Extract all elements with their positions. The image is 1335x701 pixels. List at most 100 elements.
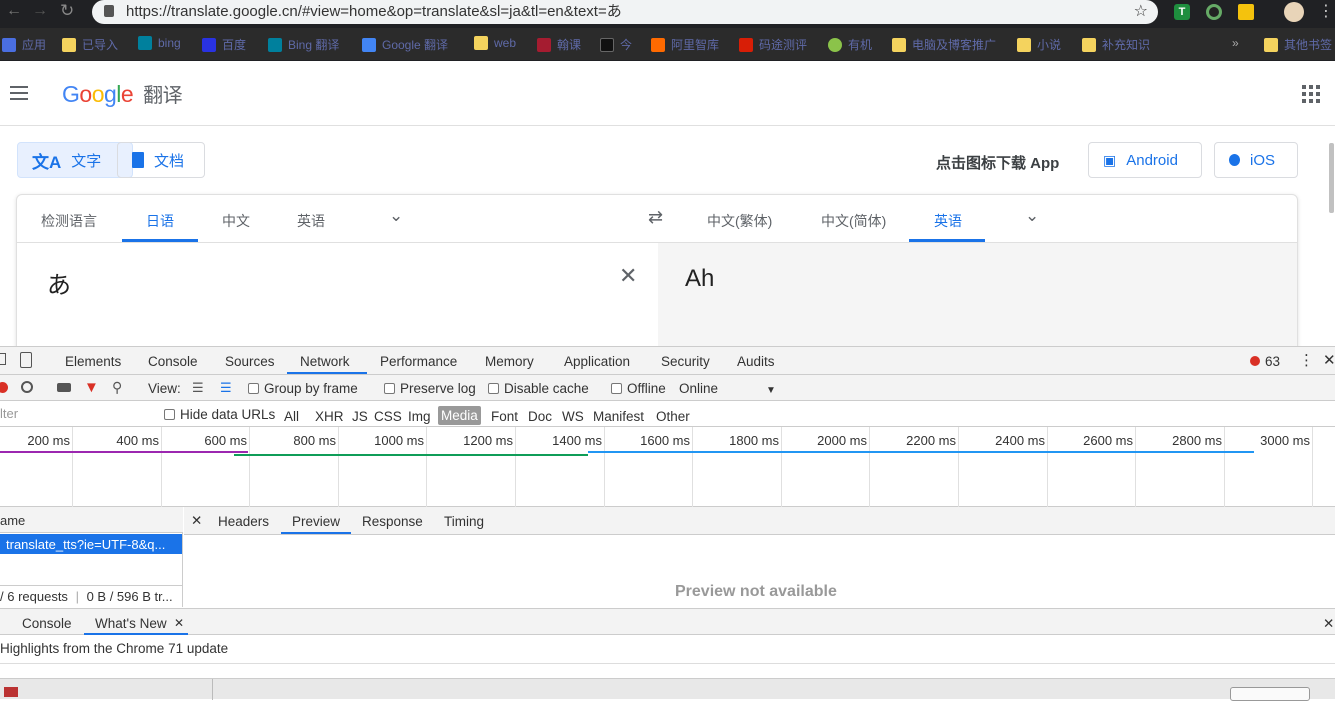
bookmark-item[interactable]: 其他书签 bbox=[1264, 36, 1332, 53]
forward-icon[interactable]: → bbox=[32, 2, 48, 20]
devtools-tab-security[interactable]: Security bbox=[661, 354, 710, 369]
hide-data-urls-checkbox[interactable]: Hide data URLs bbox=[164, 407, 275, 422]
bookmark-item[interactable]: 百度 bbox=[202, 36, 246, 53]
source-lang-detect[interactable]: 检测语言 bbox=[41, 211, 97, 231]
throttling-select[interactable]: Online ▼ bbox=[679, 381, 776, 396]
avatar[interactable] bbox=[1284, 2, 1304, 22]
back-icon[interactable]: ← bbox=[6, 2, 22, 20]
bookmark-item[interactable]: 今 bbox=[600, 36, 632, 53]
chevron-down-icon[interactable]: ⌄ bbox=[389, 206, 403, 226]
filter-js[interactable]: JS bbox=[352, 409, 368, 424]
devtools-tab-memory[interactable]: Memory bbox=[485, 354, 534, 369]
mode-document-button[interactable]: 文档 bbox=[117, 142, 205, 178]
bookmark-item[interactable]: 有机 bbox=[828, 36, 872, 53]
search-icon[interactable]: ⚲ bbox=[112, 379, 122, 396]
devtools-tab-application[interactable]: Application bbox=[564, 354, 630, 369]
clear-source-icon[interactable]: ✕ bbox=[619, 263, 637, 289]
detail-tab-preview[interactable]: Preview bbox=[292, 514, 340, 529]
filter-manifest[interactable]: Manifest bbox=[593, 409, 644, 424]
bookmark-item[interactable]: 已导入 bbox=[62, 36, 118, 53]
swap-languages-icon[interactable]: ⇄ bbox=[648, 207, 663, 228]
app-icon[interactable] bbox=[4, 687, 18, 697]
source-lang-chinese[interactable]: 中文 bbox=[222, 211, 250, 231]
close-devtools-icon[interactable]: ✕ bbox=[1323, 351, 1335, 369]
filter-css[interactable]: CSS bbox=[374, 409, 402, 424]
bookmark-item[interactable]: 阿里智库 bbox=[651, 36, 719, 53]
preserve-log-checkbox[interactable]: Preserve log bbox=[384, 381, 476, 396]
screenshot-icon[interactable] bbox=[57, 383, 71, 392]
inspect-icon[interactable] bbox=[0, 353, 6, 365]
bookmark-item[interactable]: 小说 bbox=[1017, 36, 1061, 53]
source-lang-japanese[interactable]: 日语 bbox=[146, 211, 174, 231]
extension-icon[interactable] bbox=[1206, 4, 1222, 20]
group-by-frame-checkbox[interactable]: Group by frame bbox=[248, 381, 358, 396]
bookmarks-more-icon[interactable]: » bbox=[1232, 36, 1239, 50]
bookmark-item[interactable]: Bing 翻译 bbox=[268, 36, 339, 53]
request-row[interactable]: translate_tts?ie=UTF-8&q... bbox=[0, 534, 182, 554]
error-count[interactable]: 63 bbox=[1265, 354, 1280, 369]
devtools-tab-sources[interactable]: Sources bbox=[225, 354, 275, 369]
star-icon[interactable]: ☆ bbox=[1134, 0, 1148, 24]
filter-font[interactable]: Font bbox=[491, 409, 518, 424]
drawer-tab-whats-new[interactable]: What's New bbox=[95, 616, 167, 631]
detail-tab-timing[interactable]: Timing bbox=[444, 514, 484, 529]
record-icon[interactable] bbox=[0, 382, 8, 393]
apps-grid-icon[interactable] bbox=[1302, 85, 1320, 103]
bookmark-item[interactable]: 应用 bbox=[2, 36, 46, 53]
page-icon bbox=[739, 37, 753, 52]
close-drawer-icon[interactable]: ✕ bbox=[1323, 616, 1334, 632]
bookmark-item[interactable]: 补充知识 bbox=[1082, 36, 1150, 53]
disable-cache-checkbox[interactable]: Disable cache bbox=[488, 381, 589, 396]
filter-all[interactable]: All bbox=[284, 409, 299, 424]
device-toggle-icon[interactable] bbox=[20, 352, 32, 368]
name-column-header[interactable]: ame bbox=[0, 507, 183, 533]
bookmark-item[interactable]: 翰课 bbox=[537, 36, 581, 53]
filter-ws[interactable]: WS bbox=[562, 409, 584, 424]
devtools-tab-audits[interactable]: Audits bbox=[737, 354, 775, 369]
filter-other[interactable]: Other bbox=[656, 409, 690, 424]
bookmark-item[interactable]: Google 翻译 bbox=[362, 36, 448, 53]
waterfall-view-icon[interactable]: ☰ bbox=[220, 380, 232, 396]
offline-checkbox[interactable]: Offline bbox=[611, 381, 666, 396]
reload-icon[interactable]: ↻ bbox=[60, 1, 74, 21]
target-lang-english[interactable]: 英语 bbox=[934, 211, 962, 231]
devtools-tab-network[interactable]: Network bbox=[300, 354, 350, 369]
detail-tab-response[interactable]: Response bbox=[362, 514, 423, 529]
source-lang-english[interactable]: 英语 bbox=[297, 211, 325, 231]
close-tab-icon[interactable]: ✕ bbox=[174, 616, 184, 630]
filter-doc[interactable]: Doc bbox=[528, 409, 552, 424]
devtools-tab-console[interactable]: Console bbox=[148, 354, 198, 369]
chevron-down-icon[interactable]: ⌄ bbox=[1025, 206, 1039, 226]
google-logo[interactable]: Google 翻译 bbox=[62, 79, 183, 108]
source-text-input[interactable]: あ bbox=[47, 265, 71, 300]
bookmark-item[interactable]: bing bbox=[138, 36, 181, 50]
bookmark-item[interactable]: 码途测评 bbox=[739, 36, 807, 53]
extension-icon[interactable]: T bbox=[1174, 4, 1190, 20]
filter-media[interactable]: Media bbox=[438, 406, 481, 425]
page-scrollbar[interactable] bbox=[1329, 143, 1334, 213]
bookmark-item[interactable]: web bbox=[474, 36, 516, 50]
detail-tab-headers[interactable]: Headers bbox=[218, 514, 269, 529]
ios-button[interactable]: iOS bbox=[1214, 142, 1298, 178]
filter-icon[interactable]: ▼ bbox=[84, 379, 99, 396]
close-detail-icon[interactable]: ✕ bbox=[191, 513, 202, 529]
extension-icon[interactable] bbox=[1238, 4, 1254, 20]
list-view-icon[interactable]: ☰ bbox=[192, 380, 204, 396]
network-overview[interactable]: 200 ms 400 ms 600 ms 800 ms 1000 ms 1200 ms 14… bbox=[0, 427, 1335, 507]
bookmark-item[interactable]: 电脑及博客推广 bbox=[892, 36, 996, 53]
filter-input[interactable]: lter bbox=[0, 403, 150, 423]
android-button[interactable]: ▣ Android bbox=[1088, 142, 1202, 178]
target-lang-simplified-chinese[interactable]: 中文(简体) bbox=[821, 211, 886, 231]
clear-icon[interactable] bbox=[21, 381, 33, 393]
address-bar[interactable]: https://translate.google.cn/#view=home&o… bbox=[92, 0, 1158, 24]
devtools-tab-elements[interactable]: Elements bbox=[65, 354, 121, 369]
hamburger-icon[interactable] bbox=[10, 86, 28, 100]
filter-xhr[interactable]: XHR bbox=[315, 409, 344, 424]
devtools-menu-icon[interactable]: ⋮ bbox=[1299, 351, 1314, 369]
devtools-tab-performance[interactable]: Performance bbox=[380, 354, 457, 369]
filter-img[interactable]: Img bbox=[408, 409, 431, 424]
mode-text-button[interactable]: 文A 文字 bbox=[17, 142, 133, 178]
menu-icon[interactable]: ⋮ bbox=[1318, 1, 1334, 21]
target-lang-traditional-chinese[interactable]: 中文(繁体) bbox=[707, 211, 772, 231]
drawer-tab-console[interactable]: Console bbox=[22, 616, 72, 631]
